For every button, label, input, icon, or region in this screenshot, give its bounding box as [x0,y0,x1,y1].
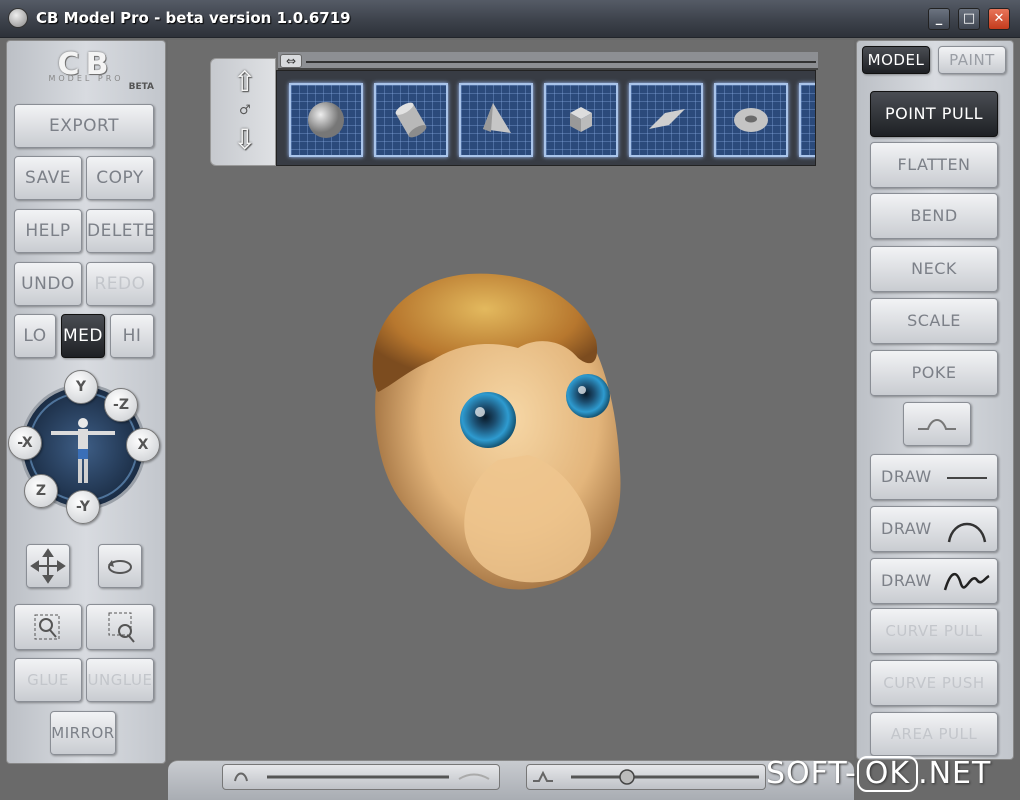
title-bar: CB Model Pro - beta version 1.0.6719 _ □… [0,0,1020,38]
cylinder-icon [395,102,427,138]
primitive-torus[interactable] [714,83,788,157]
minimize-button[interactable]: _ [928,8,950,30]
sphere-icon [308,102,344,138]
window-title: CB Model Pro - beta version 1.0.6719 [36,9,351,27]
primitive-shelf [276,70,816,166]
copy-button[interactable]: COPY [86,156,154,200]
view-neg-z-button[interactable]: -Z [104,388,138,422]
torus-icon [734,108,768,132]
view-z-button[interactable]: Z [24,474,58,508]
undo-button[interactable]: UNDO [14,262,82,306]
primitive-cylinder[interactable] [374,83,448,157]
shelf-nav: ⇧ ♂ ⇩ [210,58,276,166]
shelf-category-icon: ♂ [239,103,251,118]
zoom-icon [34,614,60,640]
area-pull-button[interactable]: AREA PULL [870,712,998,756]
tab-model[interactable]: MODEL [862,46,930,74]
primitive-cube[interactable] [544,83,618,157]
falloff-slider[interactable] [222,764,500,790]
draw-line-button[interactable]: DRAW [870,454,998,500]
falloff-curve-icon [918,419,956,430]
curve-push-button[interactable]: CURVE PUSH [870,660,998,706]
straight-line-icon [947,477,987,479]
view-neg-x-button[interactable]: -X [8,426,42,460]
scale-button[interactable]: SCALE [870,298,998,344]
plane-icon [649,109,685,129]
bend-button[interactable]: BEND [870,193,998,239]
curve-pull-button[interactable]: CURVE PULL [870,608,998,654]
close-button[interactable]: ✕ [988,8,1010,30]
med-resolution-button[interactable]: MED [61,314,105,358]
draw-arc-button[interactable]: DRAW [870,506,998,552]
help-button[interactable]: HELP [14,209,82,253]
save-button[interactable]: SAVE [14,156,82,200]
wave-icon [943,573,990,591]
move-button[interactable] [26,544,70,588]
watermark-right: .NET [918,756,992,791]
move-arrows-icon [30,548,66,584]
shelf-scroll-handle[interactable]: ⇔ [280,54,302,68]
primitive-more[interactable] [799,83,815,157]
view-x-button[interactable]: X [126,428,160,462]
rotate-icon [108,560,132,574]
logo-beta: BETA [128,82,154,92]
app-icon [8,8,28,28]
draw-arc-label: DRAW [881,519,932,538]
shelf-down-arrow-icon[interactable]: ⇩ [233,125,256,155]
lo-resolution-button[interactable]: LO [14,314,56,358]
falloff-slider-track-icon [234,772,490,782]
unglue-button[interactable]: UNGLUE [86,658,154,702]
poke-button[interactable]: POKE [870,350,998,396]
zoom-button[interactable] [14,604,82,650]
export-button[interactable]: EXPORT [14,104,154,148]
tab-paint[interactable]: PAINT [938,46,1006,74]
draw-wave-label: DRAW [881,571,932,590]
draw-wave-button[interactable]: DRAW [870,558,998,604]
maximize-button[interactable]: □ [958,8,980,30]
app-logo: CB MODEL PRO BETA [18,50,154,96]
primitive-sphere[interactable] [289,83,363,157]
draw-line-label: DRAW [881,467,932,486]
view-y-button[interactable]: Y [64,370,98,404]
neck-button[interactable]: NECK [870,246,998,292]
strength-slider-track-icon [533,769,759,785]
primitive-cone[interactable] [459,83,533,157]
delete-button[interactable]: DELETE [86,209,155,253]
shelf-track [306,61,816,63]
watermark: SOFT- OK .NET [766,756,1016,796]
shelf-up-arrow-icon[interactable]: ⇧ [233,67,256,97]
hi-resolution-button[interactable]: HI [110,314,154,358]
primitive-plane[interactable] [629,83,703,157]
zoom-region-button[interactable] [86,604,154,650]
rotate-button[interactable] [98,544,142,588]
watermark-ok: OK [856,756,919,792]
watermark-left: SOFT- [766,756,857,791]
redo-button[interactable]: REDO [86,262,154,306]
cube-icon [570,107,592,132]
arc-icon [947,522,987,543]
flatten-button[interactable]: FLATTEN [870,142,998,188]
app-window: CB Model Pro - beta version 1.0.6719 _ □… [0,0,1020,800]
zoom-region-icon [108,612,135,643]
cone-icon [483,103,511,133]
falloff-button[interactable] [903,402,971,446]
point-pull-button[interactable]: POINT PULL [870,91,998,137]
glue-button[interactable]: GLUE [14,658,82,702]
mirror-button[interactable]: MIRROR [50,711,116,755]
strength-slider[interactable] [526,764,766,790]
view-neg-y-button[interactable]: -Y [66,490,100,524]
